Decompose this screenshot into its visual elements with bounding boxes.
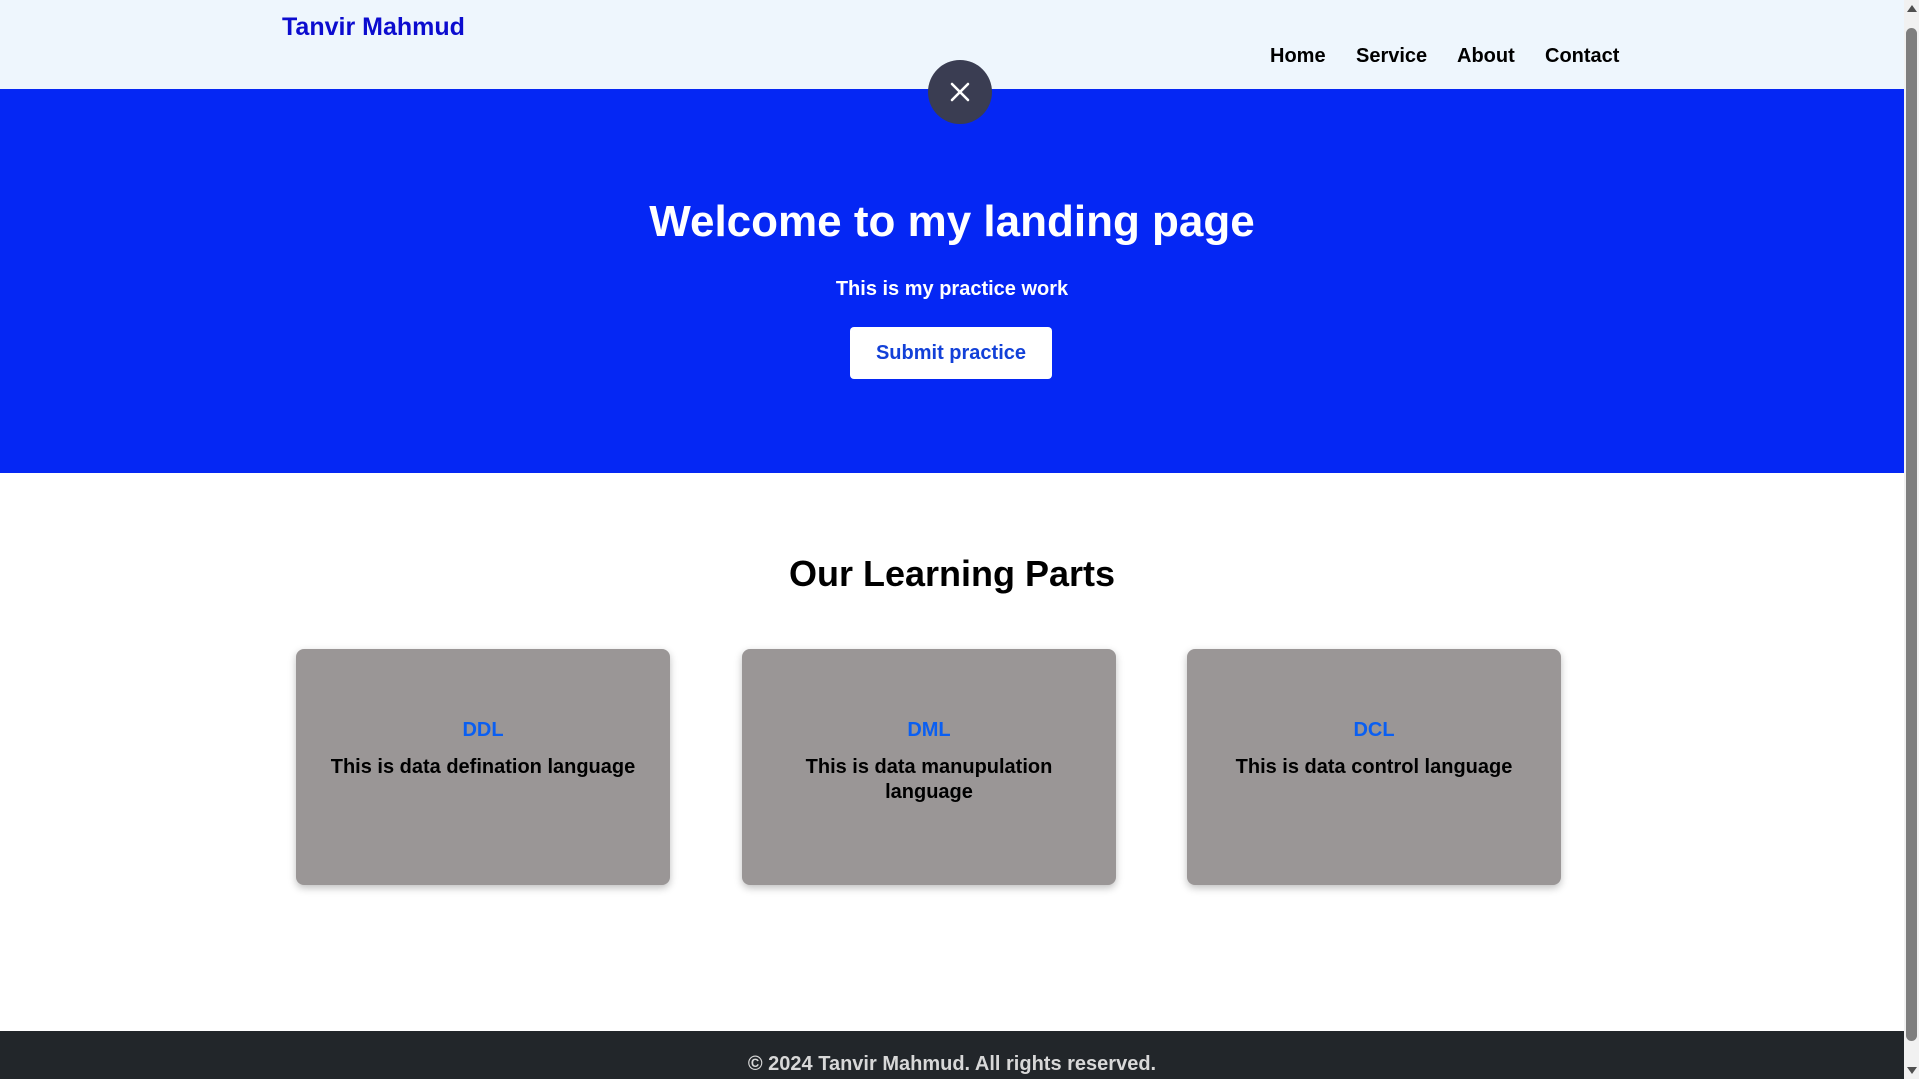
card-dcl: DCL This is data control language [1187,649,1561,885]
close-button[interactable] [928,60,992,124]
scrollbar-thumb[interactable] [1906,28,1917,1041]
card-text: This is data control language [1235,756,1513,778]
card-title: DML [907,719,951,741]
close-icon [950,82,970,102]
learning-section-title: Our Learning Parts [788,553,1116,594]
hero-subtitle: This is my practice work [835,278,1069,300]
card-text: This is data manupulation language [805,756,1053,803]
page: Tanvir Mahmud Home Service About Contact… [0,0,1904,1079]
nav-about-link[interactable]: About [1457,45,1515,68]
footer-copyright: © 2024 Tanvir Mahmud. All rights reserve… [747,1053,1157,1075]
submit-practice-button[interactable]: Submit practice [850,327,1052,379]
nav-home-link[interactable]: Home [1270,45,1326,68]
vertical-scrollbar[interactable] [1904,0,1919,1079]
brand-logo[interactable]: Tanvir Mahmud [282,13,465,42]
card-title: DDL [462,719,504,741]
nav-service-link[interactable]: Service [1356,45,1427,68]
footer: © 2024 Tanvir Mahmud. All rights reserve… [0,1031,1904,1079]
scroll-up-arrow-icon[interactable] [1907,5,1917,12]
card-dml: DML This is data manupulation language [742,649,1116,885]
card-ddl: DDL This is data defination language [296,649,670,885]
scroll-down-arrow-icon[interactable] [1907,1067,1917,1074]
nav-contact-link[interactable]: Contact [1545,45,1619,68]
hero-title: Welcome to my landing page [649,197,1255,246]
card-title: DCL [1353,719,1395,741]
card-text: This is data defination language [330,756,636,778]
hero-section: Welcome to my landing page This is my pr… [0,89,1904,473]
